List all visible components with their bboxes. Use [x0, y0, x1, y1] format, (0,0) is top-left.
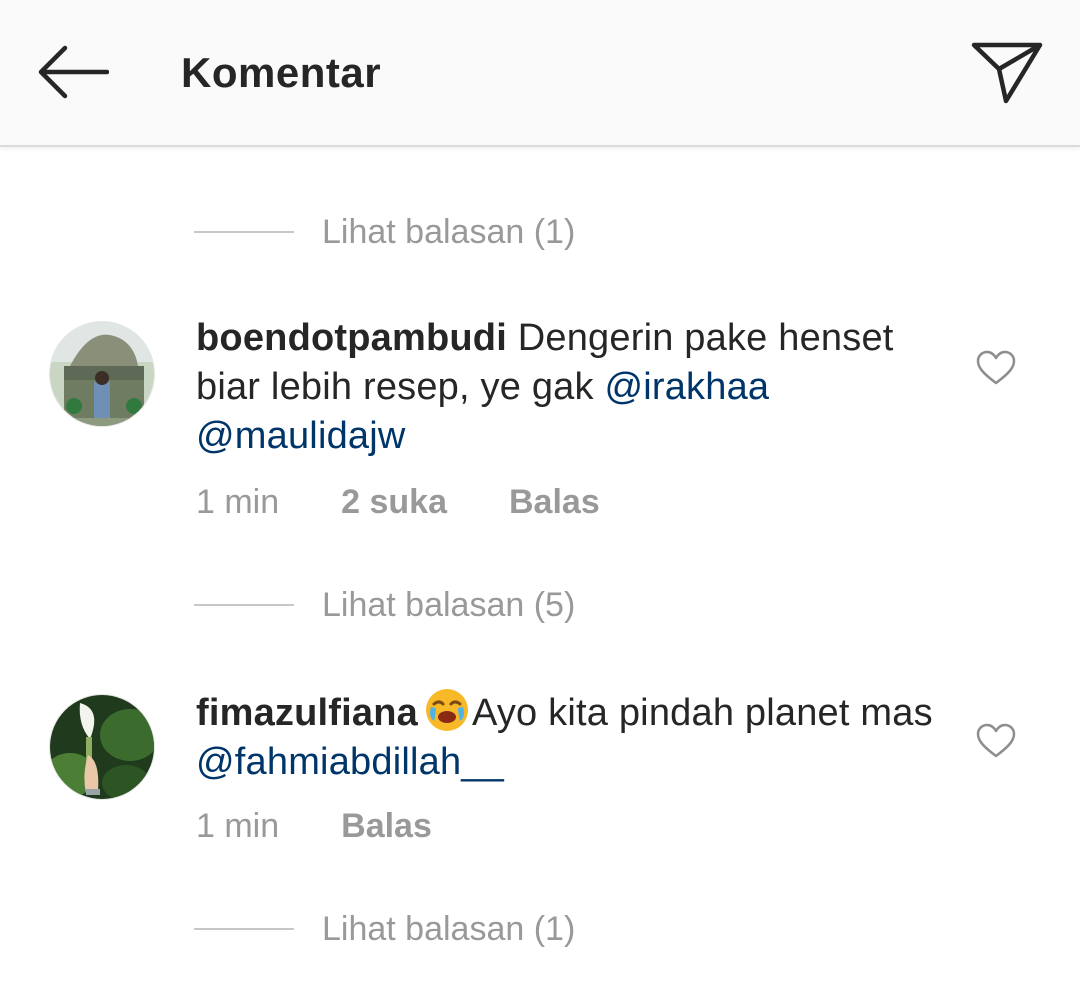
comment-text: boendotpambudi Dengerin pake henset biar…	[196, 314, 956, 461]
reply-button[interactable]: Balas	[341, 807, 432, 846]
view-replies-label: Lihat balasan (1)	[322, 213, 576, 251]
comment-timestamp: 1 min	[196, 806, 280, 845]
crying-face-emoji-icon	[426, 689, 468, 731]
mention-link[interactable]: @fahmiabdillah__	[196, 741, 504, 783]
heart-icon	[976, 350, 1016, 385]
top-app-bar: Komentar	[0, 0, 1080, 147]
arrow-left-icon	[38, 45, 109, 99]
view-replies-toggle[interactable]: Lihat balasan (1)	[194, 905, 575, 953]
comment-username[interactable]: boendotpambudi	[196, 317, 507, 359]
replies-divider	[194, 604, 294, 606]
reply-button[interactable]: Balas	[509, 483, 600, 522]
share-button[interactable]	[962, 32, 1052, 112]
back-button[interactable]	[30, 38, 114, 106]
like-button[interactable]	[972, 344, 1020, 392]
comment-body: Ayo kita pindah planet mas	[472, 692, 933, 734]
comment-meta: 1 min Balas	[196, 804, 432, 848]
replies-divider	[194, 928, 294, 930]
avatar-photo	[50, 322, 154, 426]
mention-link[interactable]: @maulidajw	[196, 415, 406, 457]
page-title: Komentar	[181, 49, 382, 96]
replies-divider	[194, 231, 294, 233]
mention-link[interactable]: @irakhaa	[604, 366, 769, 408]
view-replies-toggle[interactable]: Lihat balasan (5)	[194, 581, 575, 629]
view-replies-label: Lihat balasan (5)	[322, 586, 576, 624]
comment-timestamp: 1 min	[196, 482, 280, 521]
like-button[interactable]	[972, 717, 1020, 765]
view-replies-label: Lihat balasan (1)	[322, 910, 576, 948]
comment-meta: 1 min 2 suka Balas	[196, 480, 600, 524]
likes-count[interactable]: 2 suka	[341, 483, 447, 522]
heart-icon	[976, 723, 1016, 758]
avatar[interactable]	[49, 321, 155, 427]
avatar-photo	[50, 695, 154, 799]
comment-text: fimazulfiana Ayo kita pindah planet mas …	[196, 687, 956, 787]
comment-username[interactable]: fimazulfiana	[196, 692, 418, 734]
paper-plane-icon	[971, 42, 1043, 104]
avatar[interactable]	[49, 694, 155, 800]
view-replies-toggle[interactable]: Lihat balasan (1)	[194, 208, 575, 256]
